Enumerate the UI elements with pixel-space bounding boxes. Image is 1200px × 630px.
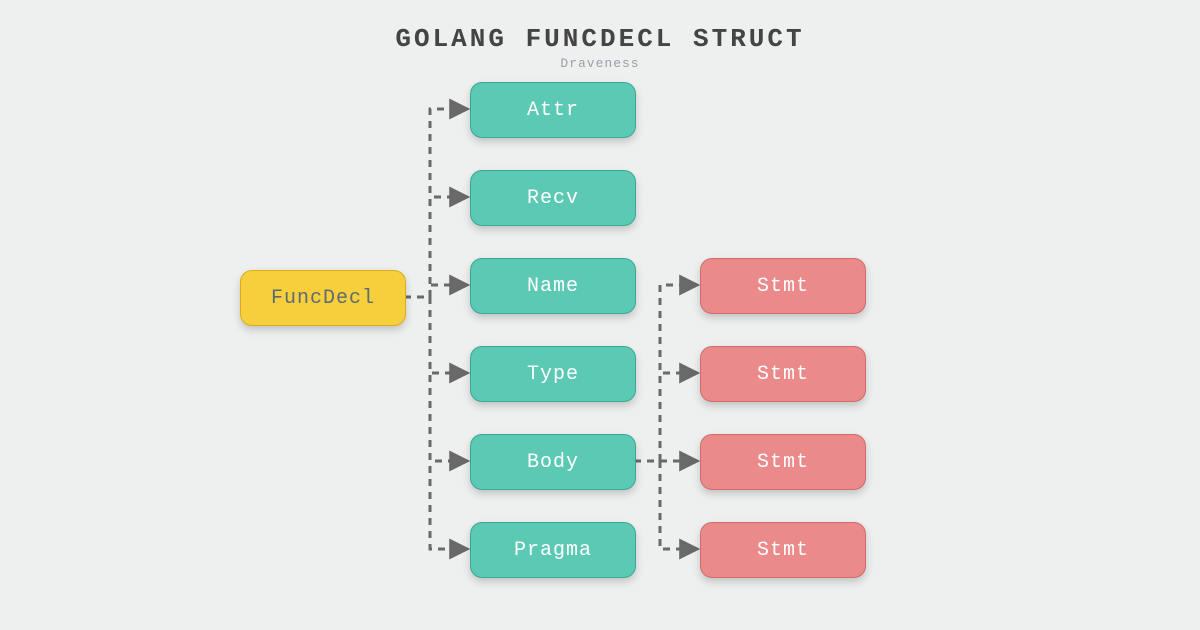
node-stmt: Stmt: [700, 434, 866, 490]
node-label: Name: [527, 275, 579, 298]
node-label: Stmt: [757, 451, 809, 474]
node-stmt: Stmt: [700, 346, 866, 402]
edge-root-type: [404, 297, 466, 373]
node-stmt: Stmt: [700, 258, 866, 314]
diagram-title: GOLANG FUNCDECL STRUCT: [0, 24, 1200, 54]
node-label: Stmt: [757, 275, 809, 298]
edge-root-attr: [404, 109, 466, 297]
node-recv: Recv: [470, 170, 636, 226]
node-label: Stmt: [757, 363, 809, 386]
node-label: FuncDecl: [271, 287, 375, 310]
edge-body-stmt-1: [634, 373, 696, 461]
node-label: Stmt: [757, 539, 809, 562]
node-pragma: Pragma: [470, 522, 636, 578]
edge-root-recv: [404, 197, 466, 297]
diagram-subtitle: Draveness: [0, 56, 1200, 71]
edge-root-name: [404, 285, 466, 297]
node-name: Name: [470, 258, 636, 314]
node-body: Body: [470, 434, 636, 490]
edge-body-stmt-3: [634, 461, 696, 549]
edge-body-stmt-0: [634, 285, 696, 461]
node-funcdecl: FuncDecl: [240, 270, 406, 326]
node-stmt: Stmt: [700, 522, 866, 578]
node-attr: Attr: [470, 82, 636, 138]
node-label: Pragma: [514, 539, 592, 562]
node-label: Type: [527, 363, 579, 386]
node-type: Type: [470, 346, 636, 402]
edge-root-pragma: [404, 297, 466, 549]
diagram-canvas: GOLANG FUNCDECL STRUCT Draveness FuncDec…: [0, 0, 1200, 630]
node-label: Recv: [527, 187, 579, 210]
node-label: Body: [527, 451, 579, 474]
edge-root-body: [404, 297, 466, 461]
node-label: Attr: [527, 99, 579, 122]
